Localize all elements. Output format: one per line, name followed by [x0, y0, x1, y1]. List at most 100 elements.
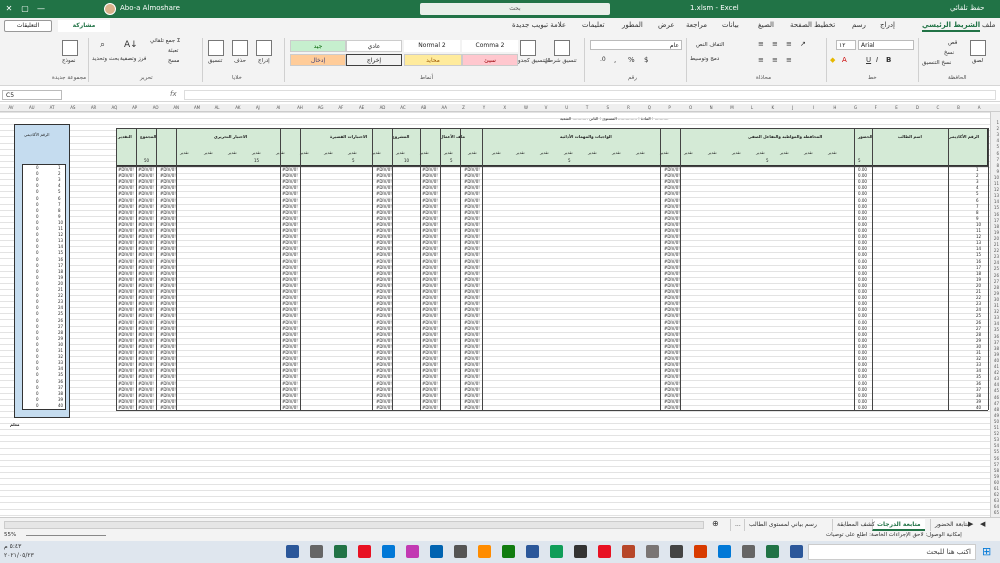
row-header[interactable]: 43 — [994, 376, 999, 381]
row-header[interactable]: 56 — [994, 456, 999, 461]
row-header[interactable]: 20 — [994, 236, 999, 241]
sheet-tab-more[interactable]: ... — [730, 519, 745, 531]
insert-cells-button[interactable]: إدراج — [258, 58, 270, 64]
format-cells-button[interactable]: تنسيق — [208, 58, 222, 64]
row-header[interactable]: 6 — [996, 151, 999, 156]
row-header[interactable]: 8 — [996, 163, 999, 168]
minimize-window-icon[interactable]: — — [34, 2, 48, 16]
align-top-icon[interactable]: ≡ — [786, 40, 792, 48]
taskbar-app-icon[interactable] — [334, 545, 347, 558]
align-left-icon[interactable]: ≡ — [758, 56, 764, 64]
fill-button[interactable]: تعبئة — [168, 48, 178, 54]
style-good[interactable]: جيد — [290, 40, 346, 52]
taskbar-app-icon[interactable] — [598, 545, 611, 558]
comma-icon[interactable]: , — [614, 56, 616, 64]
column-header[interactable]: X — [503, 105, 506, 110]
merge-center-button[interactable]: دمج وتوسيط — [690, 56, 719, 62]
column-header[interactable]: AJ — [256, 105, 260, 110]
row-header[interactable]: 49 — [994, 413, 999, 418]
column-header[interactable]: V — [545, 105, 548, 110]
column-header[interactable]: Q — [648, 105, 651, 110]
name-box[interactable]: C5 — [2, 90, 62, 100]
row-header[interactable]: 65 — [994, 510, 999, 515]
column-header[interactable]: AC — [400, 105, 405, 110]
taskbar-app-icon[interactable] — [454, 545, 467, 558]
tab-developer[interactable]: المطور — [622, 21, 643, 29]
style-output[interactable]: إخراج — [346, 54, 402, 66]
column-header[interactable]: H — [833, 105, 836, 110]
column-header[interactable]: K — [771, 105, 774, 110]
worksheet-grid[interactable]: A B C D E F G H I J K L M N O P Q R S T U V W X Y Z AA AB AC AD AE AF AG… — [0, 104, 1000, 522]
find-select-button[interactable]: بحث وتحديد — [92, 56, 119, 62]
taskbar-app-icon[interactable] — [670, 545, 683, 558]
row-header[interactable]: 1 — [996, 120, 999, 125]
paste-button[interactable]: لصق — [972, 58, 983, 64]
row-header[interactable]: 36 — [994, 334, 999, 339]
format-as-table-icon[interactable] — [520, 40, 536, 56]
taskbar-app-icon[interactable] — [382, 545, 395, 558]
column-header[interactable]: P — [668, 105, 670, 110]
taskbar-app-icon[interactable] — [502, 545, 515, 558]
horizontal-scrollbar[interactable] — [4, 521, 704, 529]
taskbar-app-icon[interactable] — [766, 545, 779, 558]
close-window-icon[interactable]: ✕ — [2, 2, 16, 16]
column-header[interactable]: B — [957, 105, 960, 110]
font-color-icon[interactable]: A — [842, 56, 847, 64]
column-header[interactable]: AO — [153, 105, 159, 110]
sort-filter-icon[interactable]: A↓ — [124, 40, 138, 50]
maximize-window-icon[interactable]: ▢ — [18, 2, 32, 16]
windows-start-icon[interactable]: ⊞ — [982, 545, 991, 558]
row-header[interactable]: 45 — [994, 388, 999, 393]
autosave-toggle[interactable]: حفظ تلقائي — [950, 4, 984, 12]
number-format-select[interactable]: عام — [590, 40, 682, 50]
tab-draw[interactable]: رسم — [852, 21, 866, 29]
align-center-icon[interactable]: ≡ — [772, 56, 778, 64]
row-header[interactable]: 3 — [996, 132, 999, 137]
column-header[interactable]: W — [524, 105, 528, 110]
row-header[interactable]: 17 — [994, 218, 999, 223]
style-bad[interactable]: سيئ — [462, 54, 518, 66]
row-header[interactable]: 54 — [994, 443, 999, 448]
taskbar-app-icon[interactable] — [742, 545, 755, 558]
delete-cells-icon[interactable] — [232, 40, 248, 56]
row-header[interactable]: 47 — [994, 401, 999, 406]
column-header[interactable]: J — [792, 105, 793, 110]
zoom-slider[interactable] — [26, 535, 106, 536]
column-header[interactable]: U — [565, 105, 568, 110]
style-normal-2[interactable]: Normal 2 — [404, 40, 460, 52]
taskbar-app-icon[interactable] — [574, 545, 587, 558]
row-header[interactable]: 26 — [994, 273, 999, 278]
column-header[interactable]: AT — [50, 105, 55, 110]
taskbar-app-icon[interactable] — [790, 545, 803, 558]
align-right-icon[interactable]: ≡ — [786, 56, 792, 64]
taskbar-app-icon[interactable] — [406, 545, 419, 558]
column-header[interactable]: AB — [421, 105, 426, 110]
row-header[interactable]: 61 — [994, 486, 999, 491]
row-header[interactable]: 24 — [994, 260, 999, 265]
row-header[interactable]: 58 — [994, 468, 999, 473]
tab-review[interactable]: مراجعة — [686, 21, 707, 29]
row-header[interactable]: 12 — [994, 187, 999, 192]
column-header[interactable]: C — [936, 105, 939, 110]
sheet-tab-match[interactable]: كشف المطابقة — [832, 519, 879, 531]
row-header[interactable]: 51 — [994, 425, 999, 430]
taskbar-app-icon[interactable] — [526, 545, 539, 558]
zoom-level[interactable]: 55% — [4, 532, 16, 538]
column-header[interactable]: AE — [359, 105, 364, 110]
tab-view[interactable]: عرض — [658, 21, 675, 29]
column-header[interactable]: AL — [215, 105, 220, 110]
row-header[interactable]: 30 — [994, 297, 999, 302]
taskbar-app-icon[interactable] — [478, 545, 491, 558]
insert-function-icon[interactable]: fx — [170, 90, 177, 98]
tab-new[interactable]: علامة تبويب جديدة — [512, 21, 566, 29]
comments-button[interactable]: التعليقات — [4, 20, 52, 32]
row-header[interactable]: 63 — [994, 498, 999, 503]
font-size-select[interactable]: ١٢ — [836, 40, 856, 50]
row-header[interactable]: 16 — [994, 212, 999, 217]
row-header[interactable]: 37 — [994, 340, 999, 345]
row-header[interactable]: 31 — [994, 303, 999, 308]
copy-button[interactable]: نسخ — [944, 50, 954, 56]
row-header[interactable]: 62 — [994, 492, 999, 497]
taskbar-app-icon[interactable] — [550, 545, 563, 558]
autosum-button[interactable]: جمع تلقائي Σ — [150, 38, 180, 44]
